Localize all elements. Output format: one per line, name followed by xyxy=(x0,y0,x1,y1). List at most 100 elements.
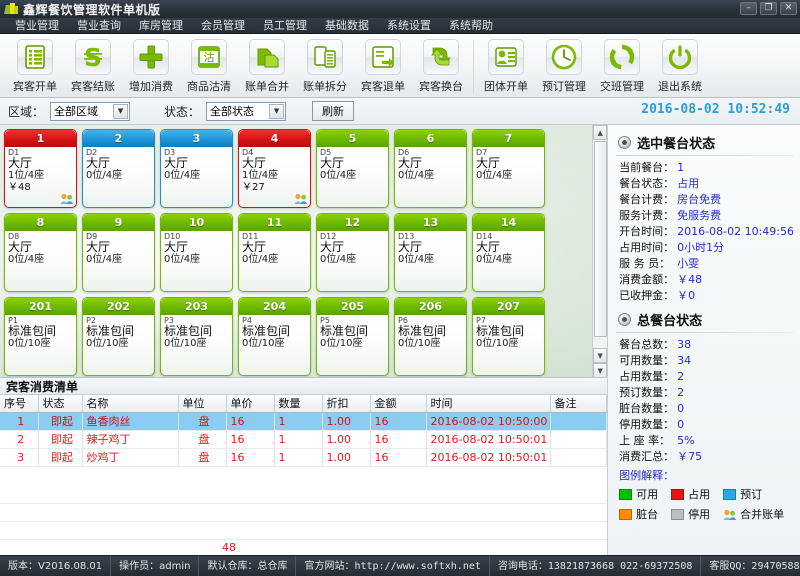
legend-item: 停用 xyxy=(671,506,723,522)
chevron-down-icon[interactable]: ▼ xyxy=(113,104,128,119)
menu-item-1[interactable]: 营业查询 xyxy=(68,18,130,34)
table-card[interactable]: 3D3大厅0位/4座 xyxy=(160,129,233,208)
table-card[interactable]: 11D11大厅0位/4座 xyxy=(238,213,311,292)
scroll-thumb[interactable] xyxy=(594,141,607,337)
tables-grid: 1D1大厅1位/4座￥482D2大厅0位/4座3D3大厅0位/4座4D4大厅1位… xyxy=(0,125,607,378)
menu-item-3[interactable]: 会员管理 xyxy=(192,18,254,34)
consumption-list-title: 宾客消费清单 xyxy=(0,378,607,395)
column-header-0[interactable]: 序号 xyxy=(0,395,38,412)
toolbar-button-label: 宾客结账 xyxy=(71,78,115,94)
cell-discount: 1.00 xyxy=(322,412,370,430)
toolbar-button-4[interactable]: 账单合并 xyxy=(238,37,296,94)
app-logo-icon xyxy=(5,3,19,16)
toolbar-button-1[interactable]: S宾客结账 xyxy=(64,37,122,94)
table-card[interactable]: 7D7大厅0位/4座 xyxy=(472,129,545,208)
column-header-8[interactable]: 时间 xyxy=(426,395,550,412)
left-pane: 1D1大厅1位/4座￥482D2大厅0位/4座3D3大厅0位/4座4D4大厅1位… xyxy=(0,125,607,555)
menu-item-0[interactable]: 营业管理 xyxy=(6,18,68,34)
column-header-9[interactable]: 备注 xyxy=(550,395,607,412)
column-header-2[interactable]: 名称 xyxy=(82,395,178,412)
maximize-button[interactable]: ❐ xyxy=(760,2,777,15)
field-value: 1 xyxy=(677,160,684,176)
table-row[interactable]: 1即起鱼香肉丝盘1611.00162016-08-02 10:50:00 xyxy=(0,412,607,430)
table-row[interactable]: 2即起辣子鸡丁盘1611.00162016-08-02 10:50:01 xyxy=(0,430,607,448)
field-value: 2 xyxy=(677,385,684,401)
field-label: 预订数量： xyxy=(619,385,677,401)
column-header-6[interactable]: 折扣 xyxy=(322,395,370,412)
table-card[interactable]: 4D4大厅1位/4座￥27 xyxy=(238,129,311,208)
table-card[interactable]: 8D8大厅0位/4座 xyxy=(4,213,77,292)
table-card[interactable]: 204P4标准包间0位/10座 xyxy=(238,297,311,376)
cell-time: 2016-08-02 10:50:01 xyxy=(426,430,550,448)
table-card[interactable]: 207P7标准包间0位/10座 xyxy=(472,297,545,376)
status-select[interactable]: 全部状态 ▼ xyxy=(206,102,286,121)
toolbar-button-6[interactable]: 宾客退单 xyxy=(354,37,412,94)
table-card-seats: 0位/4座 xyxy=(476,254,541,266)
status-cell-1: 操作员：admin xyxy=(111,556,199,576)
column-header-5[interactable]: 数量 xyxy=(274,395,322,412)
table-card-number: 6 xyxy=(395,130,466,147)
table-card[interactable]: 1D1大厅1位/4座￥48 xyxy=(4,129,77,208)
legend-item: 占用 xyxy=(671,486,723,502)
toolbar-button-3[interactable]: 沽商品沽清 xyxy=(180,37,238,94)
table-card[interactable]: 203P3标准包间0位/10座 xyxy=(160,297,233,376)
table-card[interactable]: 205P5标准包间0位/10座 xyxy=(316,297,389,376)
plus-icon xyxy=(133,39,169,75)
table-card-body: D1大厅1位/4座￥48 xyxy=(5,147,76,207)
menu-item-7[interactable]: 系统帮助 xyxy=(440,18,502,34)
status-bar: 版本：V2016.08.01操作员：admin默认仓库：总仓库官方网站：http… xyxy=(0,555,800,576)
table-card[interactable]: 206P6标准包间0位/10座 xyxy=(394,297,467,376)
menu-item-6[interactable]: 系统设置 xyxy=(378,18,440,34)
column-header-1[interactable]: 状态 xyxy=(38,395,82,412)
window-controls: – ❐ ✕ xyxy=(740,2,797,15)
toolbar-button-7[interactable]: 宾客换台 xyxy=(412,37,470,94)
status-label: 状态： xyxy=(164,103,200,120)
refresh-button[interactable]: 刷新 xyxy=(312,101,354,121)
table-card[interactable]: 201P1标准包间0位/10座 xyxy=(4,297,77,376)
field-label: 开台时间： xyxy=(619,224,677,240)
table-card-body: D7大厅0位/4座 xyxy=(473,147,544,207)
scroll-page-down-button[interactable]: ▼ xyxy=(593,363,607,378)
table-card[interactable]: 13D13大厅0位/4座 xyxy=(394,213,467,292)
menu-item-4[interactable]: 员工管理 xyxy=(254,18,316,34)
table-card-seats: 0位/4座 xyxy=(164,254,229,266)
menu-item-5[interactable]: 基础数据 xyxy=(316,18,378,34)
field-label: 占用数量： xyxy=(619,369,677,385)
toolbar-button-11[interactable]: 退出系统 xyxy=(651,37,709,94)
chevron-down-icon[interactable]: ▼ xyxy=(269,104,284,119)
toolbar-button-10[interactable]: 交班管理 xyxy=(593,37,651,94)
toolbar-button-2[interactable]: 增加消费 xyxy=(122,37,180,94)
minimize-button[interactable]: – xyxy=(740,2,757,15)
table-card-area: 大厅 xyxy=(398,157,463,170)
menu-item-2[interactable]: 库房管理 xyxy=(130,18,192,34)
toolbar-button-8[interactable]: 团体开单 xyxy=(477,37,535,94)
table-card[interactable]: 12D12大厅0位/4座 xyxy=(316,213,389,292)
column-header-3[interactable]: 单位 xyxy=(178,395,226,412)
area-select[interactable]: 全部区域 ▼ xyxy=(50,102,130,121)
table-card[interactable]: 9D9大厅0位/4座 xyxy=(82,213,155,292)
table-card-area: 标准包间 xyxy=(398,325,463,338)
tables-scrollbar[interactable]: ▲ ▼ ▼ xyxy=(592,125,607,378)
close-button[interactable]: ✕ xyxy=(780,2,797,15)
table-card-body: D8大厅0位/4座 xyxy=(5,231,76,291)
toolbar-button-0[interactable]: 宾客开单 xyxy=(6,37,64,94)
table-card[interactable]: 14D14大厅0位/4座 xyxy=(472,213,545,292)
column-header-7[interactable]: 金额 xyxy=(370,395,426,412)
field-value: ￥0 xyxy=(677,288,695,304)
cell-qty: 1 xyxy=(274,412,322,430)
toolbar-button-9[interactable]: 预订管理 xyxy=(535,37,593,94)
table-card[interactable]: 202P2标准包间0位/10座 xyxy=(82,297,155,376)
cell-price: 16 xyxy=(226,448,274,466)
toolbar-button-5[interactable]: 账单拆分 xyxy=(296,37,354,94)
table-card-number: 206 xyxy=(395,298,466,315)
return-arrow-icon xyxy=(365,39,401,75)
column-header-4[interactable]: 单价 xyxy=(226,395,274,412)
scroll-up-button[interactable]: ▲ xyxy=(593,125,607,140)
table-card[interactable]: 5D5大厅0位/4座 xyxy=(316,129,389,208)
table-row[interactable]: 3即起炒鸡丁盘1611.00162016-08-02 10:50:01 xyxy=(0,448,607,466)
table-card[interactable]: 6D6大厅0位/4座 xyxy=(394,129,467,208)
legend-item: 脏台 xyxy=(619,506,671,522)
table-card[interactable]: 10D10大厅0位/4座 xyxy=(160,213,233,292)
table-card[interactable]: 2D2大厅0位/4座 xyxy=(82,129,155,208)
scroll-down-button[interactable]: ▼ xyxy=(593,348,607,363)
